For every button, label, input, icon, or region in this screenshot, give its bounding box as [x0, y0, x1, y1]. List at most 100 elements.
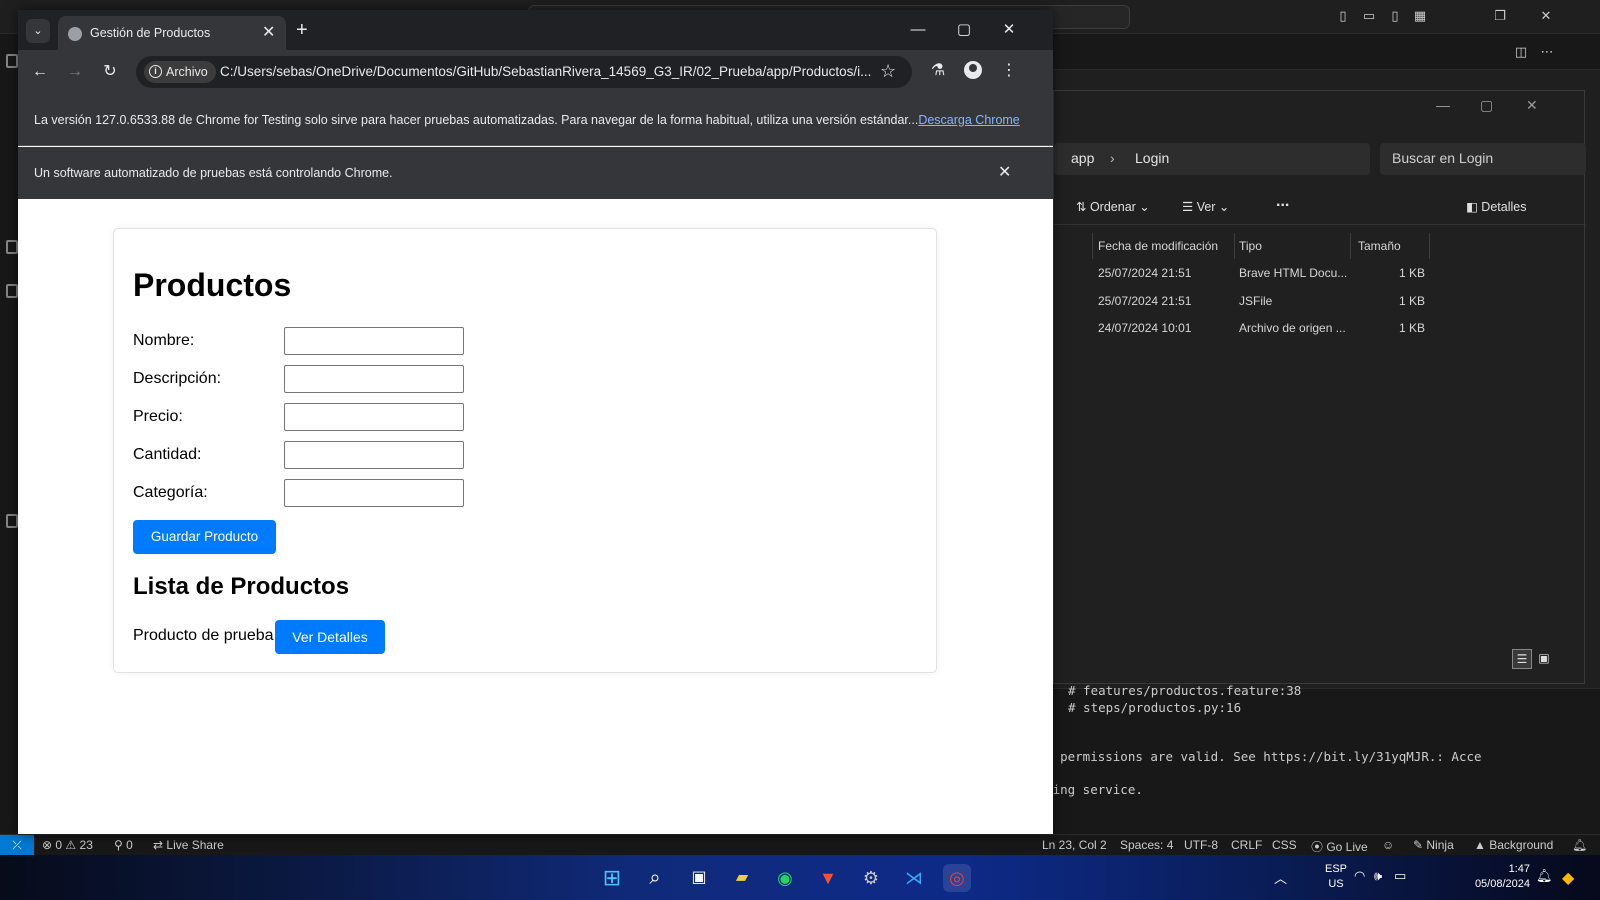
tiles-view-icon[interactable]: ▣ — [1534, 649, 1554, 669]
categoria-input[interactable] — [284, 479, 464, 507]
view-details-button[interactable]: Ver Detalles — [275, 620, 385, 654]
nombre-input[interactable] — [284, 327, 464, 355]
breadcrumb-item[interactable]: app — [1071, 150, 1094, 166]
indentation[interactable]: Spaces: 4 — [1120, 838, 1173, 852]
customize-layout-icon[interactable]: ▦ — [1412, 8, 1428, 24]
brave-icon[interactable]: ▼ — [814, 864, 842, 892]
close-infobar-icon[interactable]: ✕ — [998, 162, 1011, 182]
settings-gear-icon[interactable]: ⚙ — [857, 864, 885, 892]
remote-explorer-icon[interactable] — [6, 514, 18, 528]
volume-icon[interactable]: 🕪︎ — [1374, 868, 1382, 884]
ninja-button[interactable]: ✎ Ninja — [1413, 838, 1454, 852]
problems-indicator[interactable]: ⊗ 0 ⚠ 23 — [42, 838, 93, 852]
toggle-panel-icon[interactable]: ▭ — [1361, 8, 1377, 24]
address-bar[interactable]: i Archivo C:/Users/sebas/OneDrive/Docume… — [136, 56, 912, 88]
url-text[interactable]: C:/Users/sebas/OneDrive/Documentos/GitHu… — [220, 64, 876, 79]
automation-infobar: Un software automatizado de pruebas está… — [18, 147, 1053, 199]
new-tab-icon[interactable]: + — [296, 20, 308, 40]
download-chrome-link[interactable]: Descarga Chrome — [918, 113, 1019, 127]
maximize-icon[interactable]: ▢ — [1480, 97, 1493, 114]
column-separator[interactable] — [1350, 233, 1351, 259]
split-editor-icon[interactable]: ◫ — [1513, 44, 1529, 60]
search-icon[interactable]: ⌕ — [641, 864, 669, 892]
file-row[interactable]: 25/07/2024 21:51 JSFile 1 KB — [1054, 287, 1586, 315]
battery-icon[interactable]: ▭ — [1394, 868, 1406, 884]
precio-input[interactable] — [284, 403, 464, 431]
column-separator[interactable] — [1092, 233, 1093, 259]
minimize-icon[interactable]: — — [910, 21, 926, 39]
notification-bell-icon[interactable]: 🔔︎ — [1536, 868, 1553, 884]
explorer-icon[interactable] — [6, 54, 18, 68]
cursor-position[interactable]: Ln 23, Col 2 — [1042, 838, 1107, 852]
descripcion-input[interactable] — [284, 365, 464, 393]
product-name: Producto de prueba — [133, 627, 274, 644]
menu-kebab-icon[interactable]: ⋮ — [999, 61, 1019, 81]
cantidad-input[interactable] — [284, 441, 464, 469]
go-live-button[interactable]: ⦿ Go Live — [1311, 838, 1368, 855]
more-options-icon[interactable]: ... — [1276, 193, 1289, 211]
extensions-icon[interactable] — [6, 240, 18, 254]
copilot-app-icon[interactable]: ◆ — [1562, 868, 1574, 888]
more-actions-icon[interactable]: ⋯ — [1539, 44, 1555, 60]
column-separator[interactable] — [1429, 233, 1430, 259]
file-explorer-icon[interactable]: ▰ — [728, 864, 756, 892]
task-view-icon[interactable]: ▣ — [685, 864, 713, 892]
maximize-icon[interactable]: ▢ — [956, 21, 972, 39]
toggle-sidebar-icon[interactable]: ▯ — [1335, 8, 1351, 24]
end-of-line[interactable]: CRLF — [1231, 838, 1262, 852]
minimize-icon[interactable]: — — [1436, 97, 1450, 113]
details-button[interactable]: ◧ Detalles — [1466, 199, 1526, 214]
close-icon[interactable]: ✕ — [1526, 97, 1538, 114]
tab-search-icon[interactable]: ⌄ — [26, 19, 50, 43]
site-info-chip[interactable]: i Archivo — [144, 61, 216, 83]
encoding[interactable]: UTF-8 — [1184, 838, 1218, 852]
back-icon[interactable]: ← — [30, 62, 50, 82]
language-mode[interactable]: CSS — [1272, 838, 1297, 852]
ports-indicator[interactable]: ⚲ 0 — [114, 838, 133, 852]
clock[interactable]: 1:47 05/08/2024 — [1470, 862, 1530, 892]
windows-start-icon[interactable]: ⊞ — [598, 864, 626, 892]
wifi-icon[interactable]: ◠ — [1354, 868, 1365, 884]
terminal-line: # steps/productos.py:16 — [1068, 700, 1242, 715]
file-size: 1 KB — [1399, 294, 1426, 308]
file-row[interactable]: 24/07/2024 10:01 Archivo de origen ... 1… — [1054, 314, 1586, 342]
details-view-icon[interactable]: ☰ — [1512, 649, 1532, 669]
profile-icon[interactable] — [964, 61, 982, 79]
save-product-button[interactable]: Guardar Producto — [133, 520, 276, 554]
column-separator[interactable] — [1234, 233, 1235, 259]
active-tab[interactable]: Gestión de Productos ✕ — [58, 16, 286, 50]
address-bar[interactable]: › app › Login — [1046, 143, 1370, 175]
input-language[interactable]: ESP US — [1325, 862, 1347, 892]
reload-icon[interactable]: ↻ — [100, 62, 120, 82]
close-window-icon[interactable]: ✕ — [1538, 8, 1554, 24]
forward-icon[interactable]: → — [65, 62, 85, 82]
notifications-icon[interactable]: 🔔︎ — [1572, 838, 1587, 852]
terminal-line: tem permissions are valid. See https://b… — [1030, 749, 1482, 764]
labs-flask-icon[interactable]: ⚗ — [928, 61, 948, 81]
live-share-button[interactable]: ⇄ Live Share — [153, 838, 224, 852]
close-tab-icon[interactable]: ✕ — [262, 23, 275, 43]
show-hidden-icons-icon[interactable]: ︿ — [1274, 868, 1287, 887]
chrome-icon[interactable]: ◎ — [943, 864, 971, 892]
bookmark-star-icon[interactable]: ☆ — [880, 61, 896, 82]
background-button[interactable]: ▲ Background — [1474, 838, 1553, 852]
close-window-icon[interactable]: ✕ — [1001, 21, 1017, 39]
file-row[interactable]: 25/07/2024 21:51 Brave HTML Docu... 1 KB — [1054, 259, 1586, 287]
sort-button[interactable]: ⇅ Ordenar ⌄ — [1076, 199, 1150, 214]
breadcrumb-item[interactable]: Login — [1135, 150, 1169, 166]
copilot-icon[interactable]: ☺ — [1382, 838, 1394, 852]
column-date[interactable]: Fecha de modificación — [1098, 239, 1218, 253]
whatsapp-icon[interactable]: ◉ — [771, 864, 799, 892]
vscode-icon[interactable]: ⋊ — [900, 864, 928, 892]
column-type[interactable]: Tipo — [1239, 239, 1262, 253]
testing-icon[interactable] — [6, 284, 18, 298]
sort-label: Ordenar — [1089, 200, 1136, 214]
remote-indicator-icon[interactable]: ⤫ — [0, 835, 34, 856]
view-button[interactable]: ☰ Ver ⌄ — [1182, 199, 1229, 214]
toggle-secondary-sidebar-icon[interactable]: ▯ — [1387, 8, 1403, 24]
column-size[interactable]: Tamaño — [1358, 239, 1401, 253]
warnings-count: 23 — [79, 838, 93, 852]
restore-window-icon[interactable]: ❐ — [1492, 8, 1508, 24]
search-input[interactable]: Buscar en Login — [1380, 143, 1586, 175]
terminal-panel[interactable]: # features/productos.feature:38 # steps/… — [1030, 683, 1600, 834]
